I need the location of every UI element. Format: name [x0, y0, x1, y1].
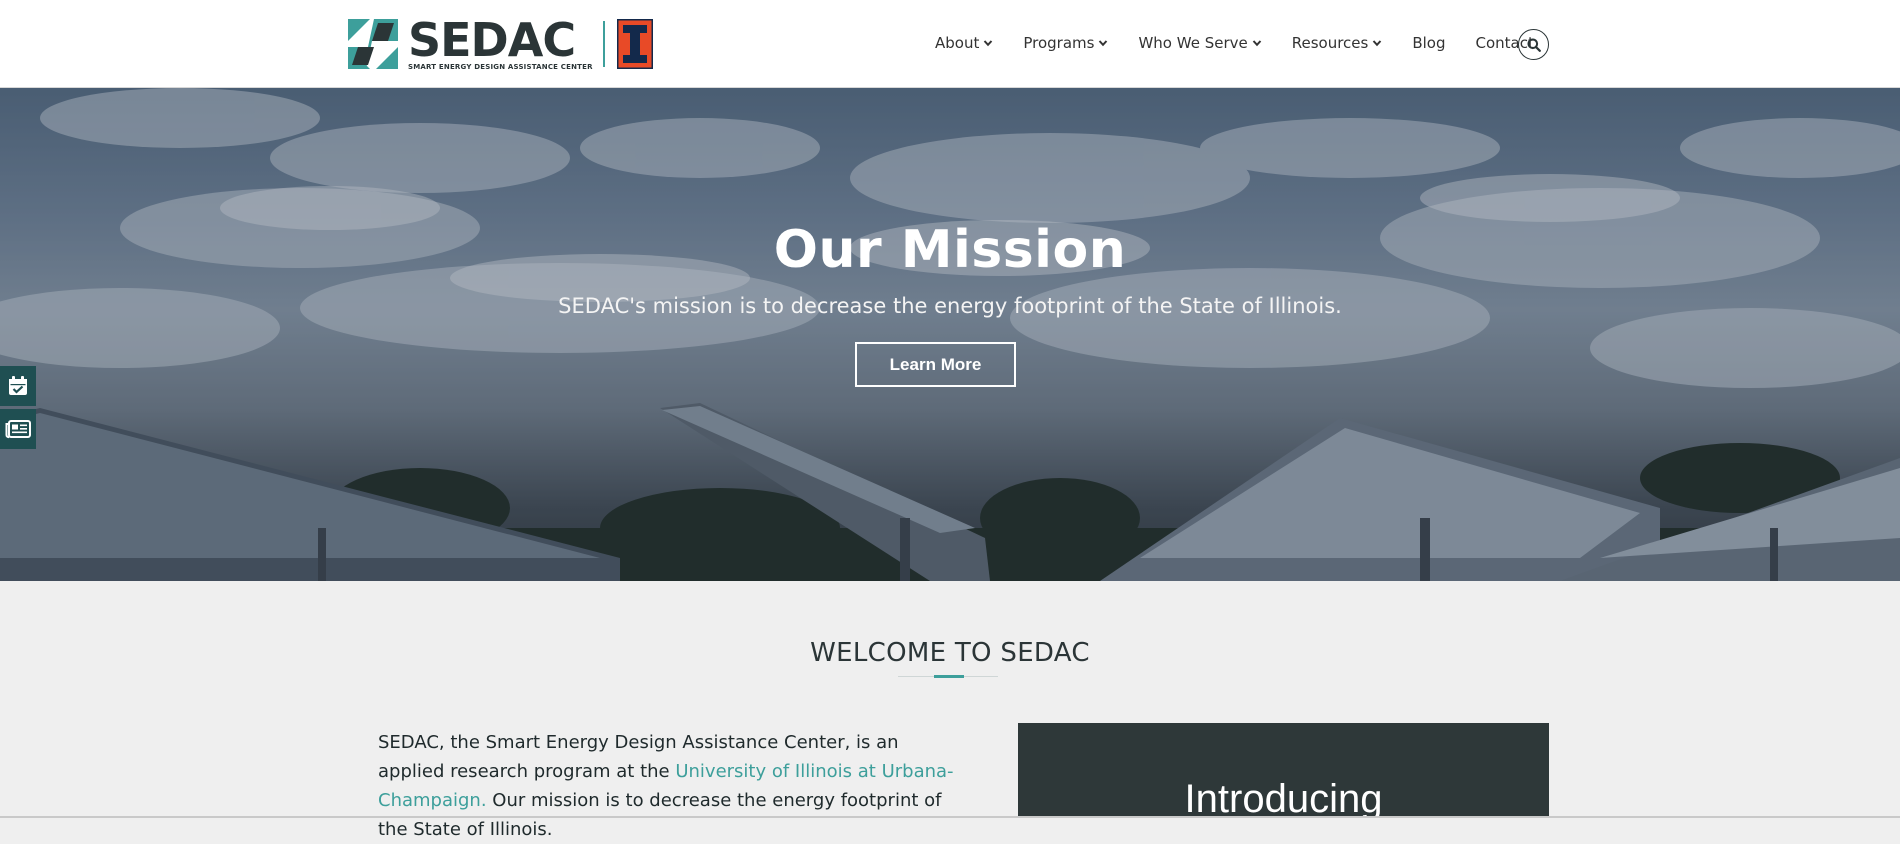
news-side-tab[interactable] [0, 409, 36, 449]
heading-accent [934, 675, 964, 678]
logo-word: SEDAC [408, 12, 576, 67]
search-icon [1527, 38, 1541, 52]
sedac-logo[interactable]: SEDAC SMART ENERGY DESIGN ASSISTANCE CEN… [348, 17, 653, 71]
nav-blog-label: Blog [1412, 34, 1446, 52]
chevron-down-icon [1373, 40, 1382, 47]
calendar-check-icon [9, 376, 27, 395]
search-button[interactable] [1518, 29, 1549, 60]
illinois-block-i-icon [616, 19, 653, 69]
nav-about[interactable]: About [935, 34, 993, 52]
hero-subtitle: SEDAC's mission is to decrease the energ… [558, 294, 1342, 318]
main-nav: About Programs Who We Serve Resources Bl… [935, 30, 1564, 56]
site-header: SEDAC SMART ENERGY DESIGN ASSISTANCE CEN… [0, 0, 1900, 88]
newspaper-icon [5, 420, 31, 439]
events-side-tab[interactable] [0, 366, 36, 406]
intro-paragraph: SEDAC, the Smart Energy Design Assistanc… [378, 728, 968, 844]
hero-overlay [0, 88, 1900, 581]
nav-resources[interactable]: Resources [1292, 34, 1383, 52]
nav-programs[interactable]: Programs [1023, 34, 1108, 52]
nav-programs-label: Programs [1023, 34, 1095, 52]
sedac-logo-mark-icon [348, 19, 398, 69]
chevron-down-icon [1099, 40, 1108, 47]
hero-title: Our Mission [773, 220, 1127, 280]
learn-more-button[interactable]: Learn More [855, 342, 1016, 387]
chevron-down-icon [984, 40, 993, 47]
nav-resources-label: Resources [1291, 34, 1369, 52]
nav-who-we-serve-label: Who We Serve [1138, 34, 1248, 52]
hero-banner: Our Mission SEDAC's mission is to decrea… [0, 88, 1900, 581]
video-title: Introducing [1184, 777, 1383, 818]
nav-about-label: About [935, 34, 980, 52]
logo-text: SEDAC SMART ENERGY DESIGN ASSISTANCE CEN… [408, 12, 593, 71]
nav-blog[interactable]: Blog [1412, 34, 1445, 52]
intro-video-card[interactable]: Introducing [1018, 723, 1549, 818]
nav-who-we-serve[interactable]: Who We Serve [1138, 34, 1261, 52]
logo-divider [602, 21, 605, 67]
welcome-heading: WELCOME TO SEDAC [810, 638, 1090, 668]
chevron-down-icon [1252, 40, 1261, 47]
logo-tagline: SMART ENERGY DESIGN ASSISTANCE CENTER [408, 62, 593, 71]
